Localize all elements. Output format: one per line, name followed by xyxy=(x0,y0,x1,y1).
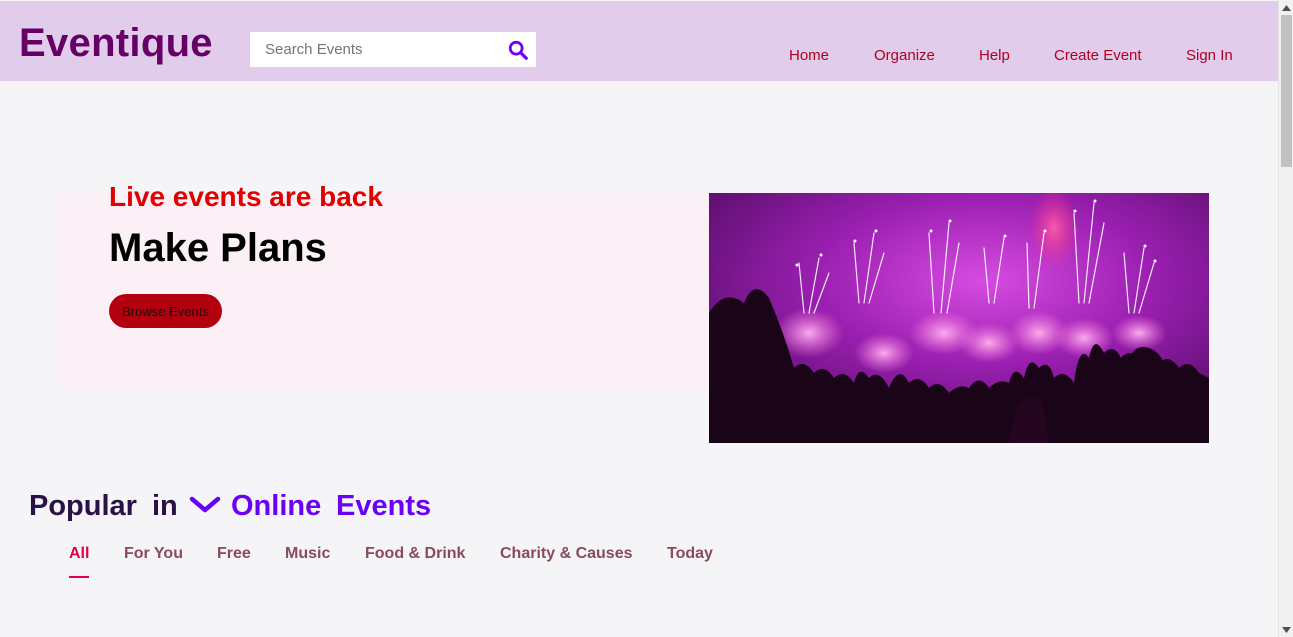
scrollbar-thumb[interactable] xyxy=(1281,15,1292,167)
tab-free[interactable]: Free xyxy=(217,545,251,563)
nav-sign-in[interactable]: Sign In xyxy=(1186,47,1233,64)
nav-create-event[interactable]: Create Event xyxy=(1054,47,1142,64)
nav-home[interactable]: Home xyxy=(789,47,829,64)
search-box xyxy=(250,32,536,67)
search-icon[interactable] xyxy=(507,39,529,61)
tab-music[interactable]: Music xyxy=(285,545,330,563)
scroll-up-arrow-icon[interactable] xyxy=(1279,0,1293,15)
location-events[interactable]: Events xyxy=(336,490,431,523)
location-online[interactable]: Online xyxy=(231,490,321,523)
page: Eventique Home Organize Help Create Even… xyxy=(0,0,1278,637)
tab-charity-causes[interactable]: Charity & Causes xyxy=(500,545,633,563)
logo[interactable]: Eventique xyxy=(19,21,213,66)
concert-image xyxy=(709,193,1209,443)
browse-events-button[interactable]: Browse Events xyxy=(109,294,222,328)
search-input[interactable] xyxy=(250,32,500,67)
tab-all[interactable]: All xyxy=(69,545,89,563)
nav-help[interactable]: Help xyxy=(979,47,1010,64)
hero-title: Make Plans xyxy=(109,226,327,270)
header: Eventique Home Organize Help Create Even… xyxy=(0,1,1278,81)
nav-organize[interactable]: Organize xyxy=(874,47,935,64)
vertical-scrollbar[interactable] xyxy=(1278,0,1293,637)
chevron-down-icon[interactable] xyxy=(189,494,221,516)
popular-word: Popular xyxy=(29,490,137,522)
scroll-down-arrow-icon[interactable] xyxy=(1279,622,1293,637)
popular-in-word: in xyxy=(152,490,178,522)
tab-for-you[interactable]: For You xyxy=(124,545,183,563)
active-tab-underline xyxy=(69,576,89,578)
hero-kicker: Live events are back xyxy=(109,181,383,212)
hero-panel xyxy=(58,193,709,391)
tab-food-drink[interactable]: Food & Drink xyxy=(365,545,465,563)
tab-today[interactable]: Today xyxy=(667,545,713,563)
hero-image xyxy=(709,193,1209,443)
